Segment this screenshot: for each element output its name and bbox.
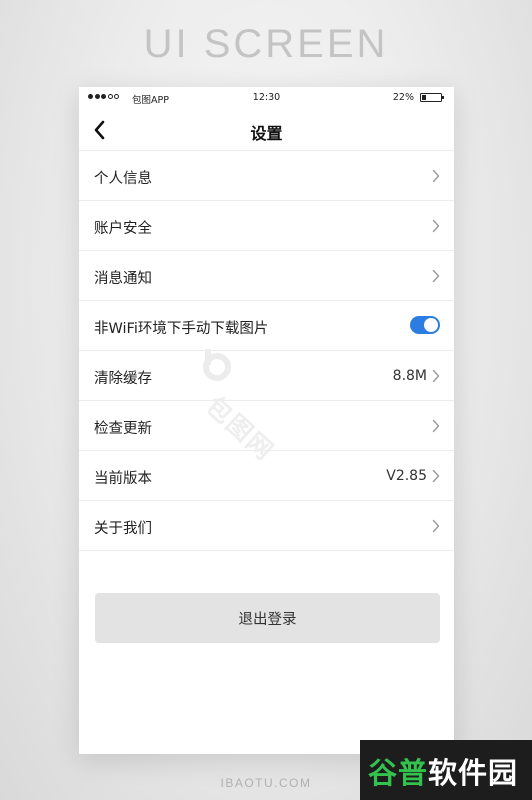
settings-row[interactable]: 账户安全 [79, 201, 454, 251]
settings-list: 个人信息账户安全消息通知非WiFi环境下手动下载图片 清除缓存 8.8M 检查更新当前… [79, 151, 454, 551]
phone-screen: 包图APP 12:30 22% 设置 个人信息账户安全消息通知非WiFi环境下手… [79, 87, 454, 754]
status-bar: 包图APP 12:30 22% [79, 87, 454, 109]
settings-row-label: 非WiFi环境下手动下载图片 [94, 321, 269, 337]
chevron-right-icon [432, 369, 440, 383]
chevron-right-icon [432, 219, 440, 233]
page-heading: UI SCREEN [143, 22, 389, 66]
chevron-right-icon [432, 419, 440, 433]
chevron-right-icon [432, 169, 440, 183]
settings-row-value: 8.8M [392, 368, 427, 384]
settings-row[interactable]: 检查更新 [79, 401, 454, 451]
settings-row[interactable]: 关于我们 [79, 501, 454, 551]
corner-badge-green: 谷普 [368, 756, 429, 790]
battery-icon [420, 93, 444, 102]
settings-row-label: 清除缓存 [94, 371, 152, 387]
settings-row-label: 当前版本 [94, 471, 152, 487]
toggle-knob [424, 318, 438, 332]
nav-bar: 设置 [79, 109, 454, 151]
chevron-right-icon [432, 469, 440, 483]
settings-row-label: 关于我们 [94, 521, 152, 537]
chevron-right-icon [432, 519, 440, 533]
settings-row-label: 个人信息 [94, 171, 152, 187]
settings-row[interactable]: 当前版本 V2.85 [79, 451, 454, 501]
chevron-right-icon [432, 269, 440, 283]
settings-row[interactable]: 消息通知 [79, 251, 454, 301]
logout-button[interactable]: 退出登录 [95, 593, 440, 643]
settings-row[interactable]: 非WiFi环境下手动下载图片 [79, 301, 454, 351]
settings-row-label: 检查更新 [94, 421, 152, 437]
settings-row-label: 账户安全 [94, 221, 152, 237]
battery-percent: 22% [392, 92, 414, 103]
settings-row-value: V2.85 [386, 468, 427, 484]
settings-row[interactable]: 个人信息 [79, 151, 454, 201]
corner-badge-white: 软件园 [428, 756, 519, 790]
settings-row-label: 消息通知 [94, 271, 152, 287]
nav-title: 设置 [250, 124, 283, 143]
wifi-download-toggle[interactable] [410, 316, 440, 334]
corner-badge: 谷普软件园 [360, 740, 532, 800]
settings-row[interactable]: 清除缓存 8.8M [79, 351, 454, 401]
corner-badge-logo: 谷普软件园 [368, 750, 518, 792]
